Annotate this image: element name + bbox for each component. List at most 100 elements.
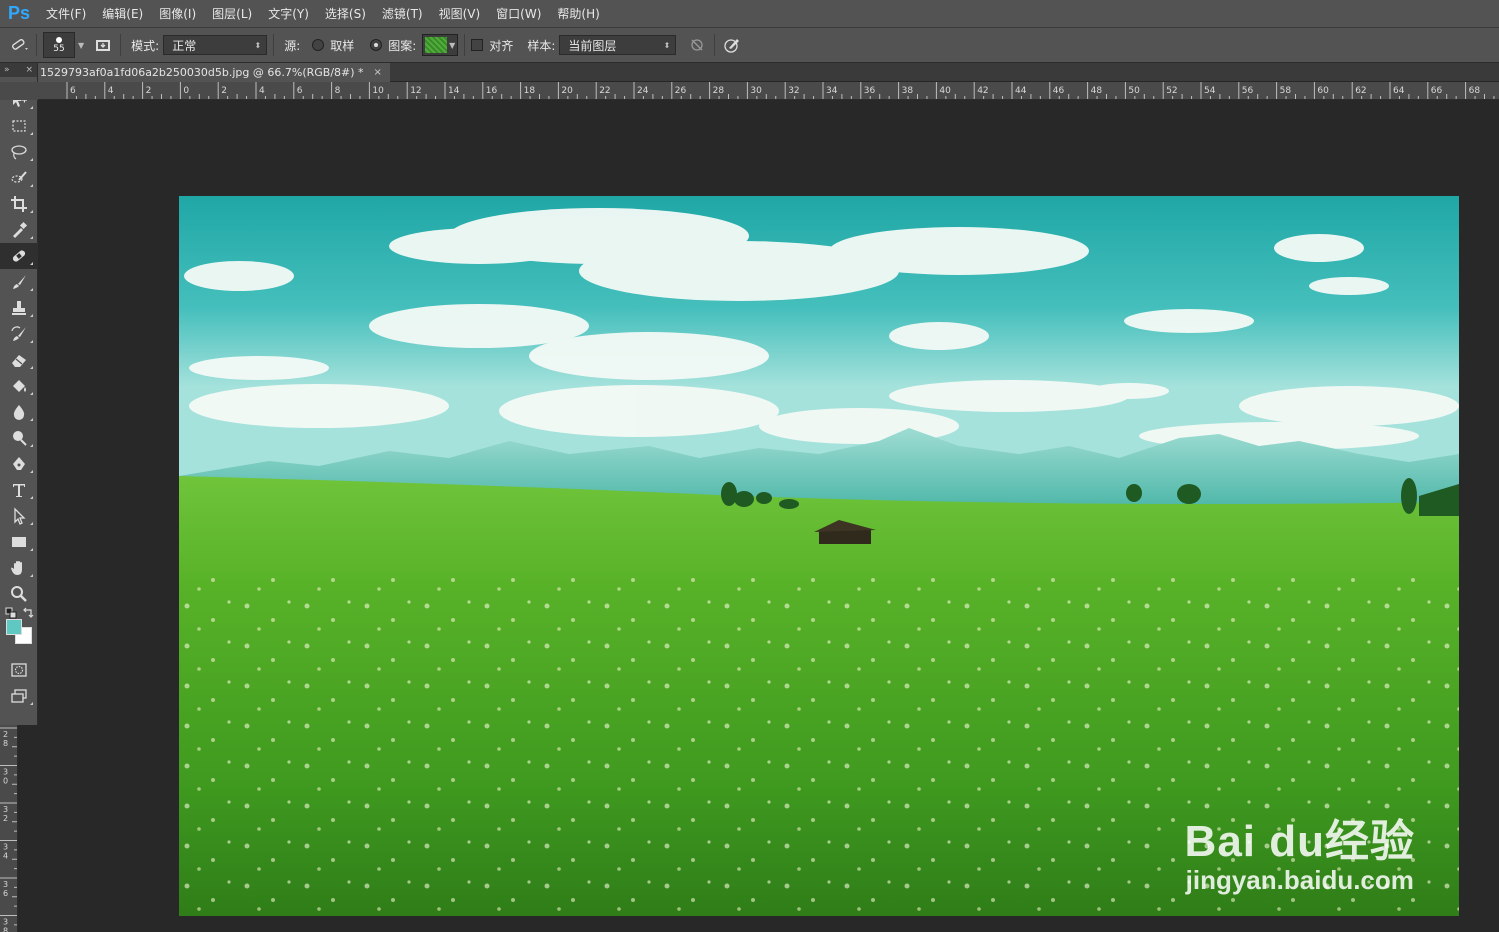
pen-tool-icon (13, 457, 25, 470)
menu-filter[interactable]: 滤镜(T) (374, 0, 431, 28)
chevron-down-icon[interactable]: ▼ (78, 41, 84, 50)
select-arrows-icon: ⬍ (663, 40, 671, 50)
photoshop-window: Ps 文件(F) 编辑(E) 图像(I) 图层(L) 文字(Y) 选择(S) 滤… (0, 0, 1499, 932)
ruler-label: 34 (826, 86, 838, 96)
mode-label: 模式: (131, 38, 160, 53)
sample-value: 当前图层 (568, 38, 617, 53)
ruler-label: 62 (1355, 86, 1366, 96)
history-brush-tool[interactable] (0, 321, 38, 347)
default-colors-icon[interactable] (5, 607, 17, 619)
menu-help[interactable]: 帮助(H) (549, 0, 607, 28)
checkbox-icon (471, 39, 484, 51)
blur-tool[interactable] (0, 399, 38, 425)
menu-window[interactable]: 窗口(W) (488, 0, 549, 28)
ruler-label: 64 (1393, 86, 1405, 96)
lasso-tool-icon (11, 145, 27, 160)
canvas-area-left[interactable] (18, 725, 38, 932)
ruler-label: 8 (3, 739, 8, 748)
toggle-brush-panel-button[interactable] (92, 34, 114, 56)
ruler-label: 3 (3, 918, 8, 927)
screen-mode-button[interactable] (0, 683, 38, 709)
menu-layer[interactable]: 图层(L) (204, 0, 260, 28)
healing-brush-tool[interactable] (0, 243, 38, 269)
ruler-label: 4 (259, 86, 265, 96)
path-selection-tool[interactable] (0, 503, 38, 529)
menu-view[interactable]: 视图(V) (431, 0, 489, 28)
chevron-down-icon: ▼ (449, 40, 456, 50)
foreground-color-swatch[interactable] (6, 619, 22, 635)
ruler-label: 66 (1431, 86, 1443, 96)
ruler-label: 6 (297, 86, 303, 96)
menu-type[interactable]: 文字(Y) (260, 0, 317, 28)
document-canvas[interactable]: Bai du经验 jingyan.baidu.com (179, 196, 1459, 916)
zoom-tool[interactable] (0, 581, 38, 607)
brush-tool[interactable] (0, 269, 38, 295)
document-tab[interactable]: 1529793af0a1fd06a2b250030d5b.jpg @ 66.7%… (38, 63, 390, 82)
quick-selection-tool[interactable] (0, 165, 38, 191)
hand-tool[interactable] (0, 555, 38, 581)
close-document-icon[interactable]: × (374, 67, 382, 78)
menu-bar: Ps 文件(F) 编辑(E) 图像(I) 图层(L) 文字(Y) 选择(S) 滤… (0, 0, 1499, 28)
ruler-label: 68 (1469, 86, 1481, 96)
ruler-label: 26 (675, 86, 687, 96)
eraser-tool[interactable] (0, 347, 38, 373)
sample-select[interactable]: 当前图层 ⬍ (559, 35, 677, 55)
marquee-tool[interactable] (0, 113, 38, 139)
ruler-label: 54 (1204, 86, 1216, 96)
ruler-label: 52 (1166, 86, 1177, 96)
crop-tool[interactable] (0, 191, 38, 217)
eyedropper-tool[interactable] (0, 217, 38, 243)
quick-mask-button[interactable] (0, 657, 38, 683)
baidu-jingyan-watermark: Bai du经验 jingyan.baidu.com (1185, 805, 1415, 896)
menu-select[interactable]: 选择(S) (317, 0, 374, 28)
ruler-label: 0 (3, 777, 8, 786)
dodge-tool[interactable] (0, 425, 38, 451)
aligned-checkbox[interactable]: 对齐 (471, 37, 513, 54)
radio-selected-icon (370, 39, 383, 51)
healing-brush-tool-icon (12, 250, 26, 262)
brush-panel-icon (96, 40, 111, 51)
close-panel-icon[interactable]: × (25, 65, 33, 75)
document-title: 1529793af0a1fd06a2b250030d5b.jpg @ 66.7%… (40, 66, 364, 79)
tool-preset-picker[interactable] (8, 34, 30, 56)
ruler-label: 6 (3, 889, 8, 898)
source-sampled-radio[interactable]: 取样 (312, 37, 354, 54)
watermark-url: jingyan.baidu.com (1185, 865, 1414, 895)
swap-colors-icon[interactable] (22, 607, 34, 619)
pressure-pen-icon (724, 39, 740, 53)
sample-label: 样本: (527, 38, 556, 53)
pen-tool[interactable] (0, 451, 38, 477)
collapse-panel-icon[interactable]: » (4, 65, 10, 75)
lasso-tool[interactable] (0, 139, 38, 165)
clone-stamp-tool[interactable] (0, 295, 38, 321)
ruler-label: 0 (183, 86, 189, 96)
pressure-size-button[interactable] (721, 34, 743, 56)
horizontal-ruler[interactable]: 6 4 2 0 2 4 6 8 10 12 14 16 18 20 22 24 26 28 30 32 34 36 38 40… (38, 82, 1499, 100)
brush-preset-picker[interactable]: 55 (43, 32, 75, 58)
ruler-label: 6 (70, 86, 76, 96)
menu-edit[interactable]: 编辑(E) (94, 0, 151, 28)
paint-bucket-tool-icon (13, 380, 26, 392)
tools-panel-header[interactable]: » × (0, 63, 37, 77)
pattern-picker[interactable]: ▼ (422, 34, 459, 56)
paint-bucket-tool[interactable] (0, 373, 38, 399)
ruler-label: 8 (3, 927, 8, 932)
path-selection-tool-icon (14, 507, 26, 525)
source-pattern-radio[interactable]: 图案: (370, 37, 416, 54)
source-label: 源: (284, 38, 301, 53)
aligned-label: 对齐 (489, 38, 514, 53)
ignore-adjustment-layers-button[interactable] (686, 34, 708, 56)
vertical-ruler[interactable]: 283032343638 (0, 725, 18, 932)
menu-image[interactable]: 图像(I) (151, 0, 204, 28)
ruler-label: 44 (1015, 86, 1027, 96)
rectangle-tool[interactable] (0, 529, 38, 555)
ruler-label: 4 (3, 852, 8, 861)
marquee-tool-icon (12, 120, 26, 132)
ruler-label: 18 (524, 86, 536, 96)
healing-brush-icon (12, 39, 28, 50)
ruler-label: 3 (3, 768, 8, 777)
mode-select[interactable]: 正常 ⬍ (163, 35, 268, 55)
menu-file[interactable]: 文件(F) (38, 0, 94, 28)
type-tool[interactable] (0, 477, 38, 503)
ruler-label: 22 (599, 86, 610, 96)
